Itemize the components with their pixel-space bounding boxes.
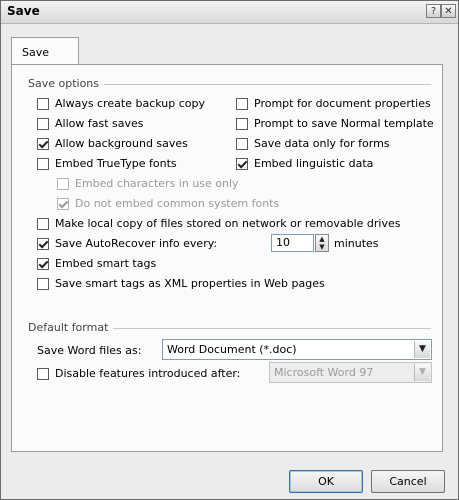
checkbox-box [57,177,69,190]
checkbox-label: Always create backup copy [55,97,205,110]
default-format-divider [113,328,431,329]
embed-linguistic-data-checkbox[interactable]: Embed linguistic data [236,157,373,170]
embed-characters-in-use-checkbox: Embed characters in use only [57,177,239,190]
save-dialog: Save ? ✕ Save Save options Always create… [0,0,459,500]
default-format-heading: Default format [28,321,109,334]
checkbox-label: Embed linguistic data [254,157,374,170]
always-create-backup-checkbox[interactable]: Always create backup copy [37,97,205,110]
checkbox-box [236,97,248,110]
tab-save[interactable]: Save [11,37,79,65]
checkbox-box [37,277,49,290]
checkbox-label: Save AutoRecover info every: [55,237,218,250]
make-local-copy-checkbox[interactable]: Make local copy of files stored on netwo… [37,217,400,230]
checkbox-box [37,257,49,270]
checkbox-label: Allow fast saves [55,117,144,130]
checkbox-box [37,137,49,150]
checkbox-label: Make local copy of files stored on netwo… [55,217,401,230]
checkbox-label: Save data only for forms [254,137,390,150]
checkbox-box [37,157,49,170]
minutes-label: minutes [334,237,379,250]
allow-fast-saves-checkbox[interactable]: Allow fast saves [37,117,144,130]
save-data-only-for-forms-checkbox[interactable]: Save data only for forms [236,137,390,150]
checkbox-box [57,197,69,210]
ok-button[interactable]: OK [289,470,363,493]
help-button[interactable]: ? [426,4,441,18]
checkbox-label: Disable features introduced after: [55,367,241,380]
checkbox-box [236,117,248,130]
chevron-down-icon: ▼ [414,364,430,381]
disable-features-dropdown: Microsoft Word 97 ▼ [269,362,432,383]
checkbox-label: Embed TrueType fonts [55,157,177,170]
save-as-label: Save Word files as: [37,344,142,357]
checkbox-label: Allow background saves [55,137,188,150]
disable-features-value: Microsoft Word 97 [274,366,374,379]
checkbox-box [37,217,49,230]
save-options-divider [104,84,431,85]
checkbox-label: Do not embed common system fonts [75,197,280,210]
checkbox-box [37,117,49,130]
checkbox-label: Embed smart tags [55,257,157,270]
autorecover-minutes-input[interactable]: 10 [271,234,314,252]
checkbox-label: Save smart tags as XML properties in Web… [55,277,325,290]
cancel-button[interactable]: Cancel [371,470,445,493]
save-as-dropdown[interactable]: Word Document (*.doc) ▼ [162,339,432,360]
checkbox-box [37,367,49,380]
checkbox-label: Embed characters in use only [75,177,239,190]
checkbox-box [236,137,248,150]
spinner-updown-icon[interactable]: ▲ ▼ [315,234,329,252]
save-smart-tags-xml-checkbox[interactable]: Save smart tags as XML properties in Web… [37,277,325,290]
save-as-value: Word Document (*.doc) [167,343,297,356]
prompt-save-normal-template-checkbox[interactable]: Prompt to save Normal template [236,117,434,130]
embed-truetype-fonts-checkbox[interactable]: Embed TrueType fonts [37,157,177,170]
save-autorecover-checkbox[interactable]: Save AutoRecover info every: [37,237,217,250]
allow-background-saves-checkbox[interactable]: Allow background saves [37,137,188,150]
do-not-embed-system-fonts-checkbox: Do not embed common system fonts [57,197,279,210]
embed-smart-tags-checkbox[interactable]: Embed smart tags [37,257,156,270]
save-options-heading: Save options [28,77,100,90]
checkbox-box [236,157,248,170]
window-title: Save [7,4,40,18]
disable-features-checkbox[interactable]: Disable features introduced after: [37,367,240,380]
checkbox-label: Prompt to save Normal template [254,117,434,130]
close-button[interactable]: ✕ [441,4,456,18]
checkbox-box [37,97,49,110]
title-bar: Save ? ✕ [1,1,458,24]
prompt-document-properties-checkbox[interactable]: Prompt for document properties [236,97,431,110]
chevron-down-icon[interactable]: ▼ [414,341,430,358]
checkbox-label: Prompt for document properties [254,97,431,110]
checkbox-box [37,237,49,250]
